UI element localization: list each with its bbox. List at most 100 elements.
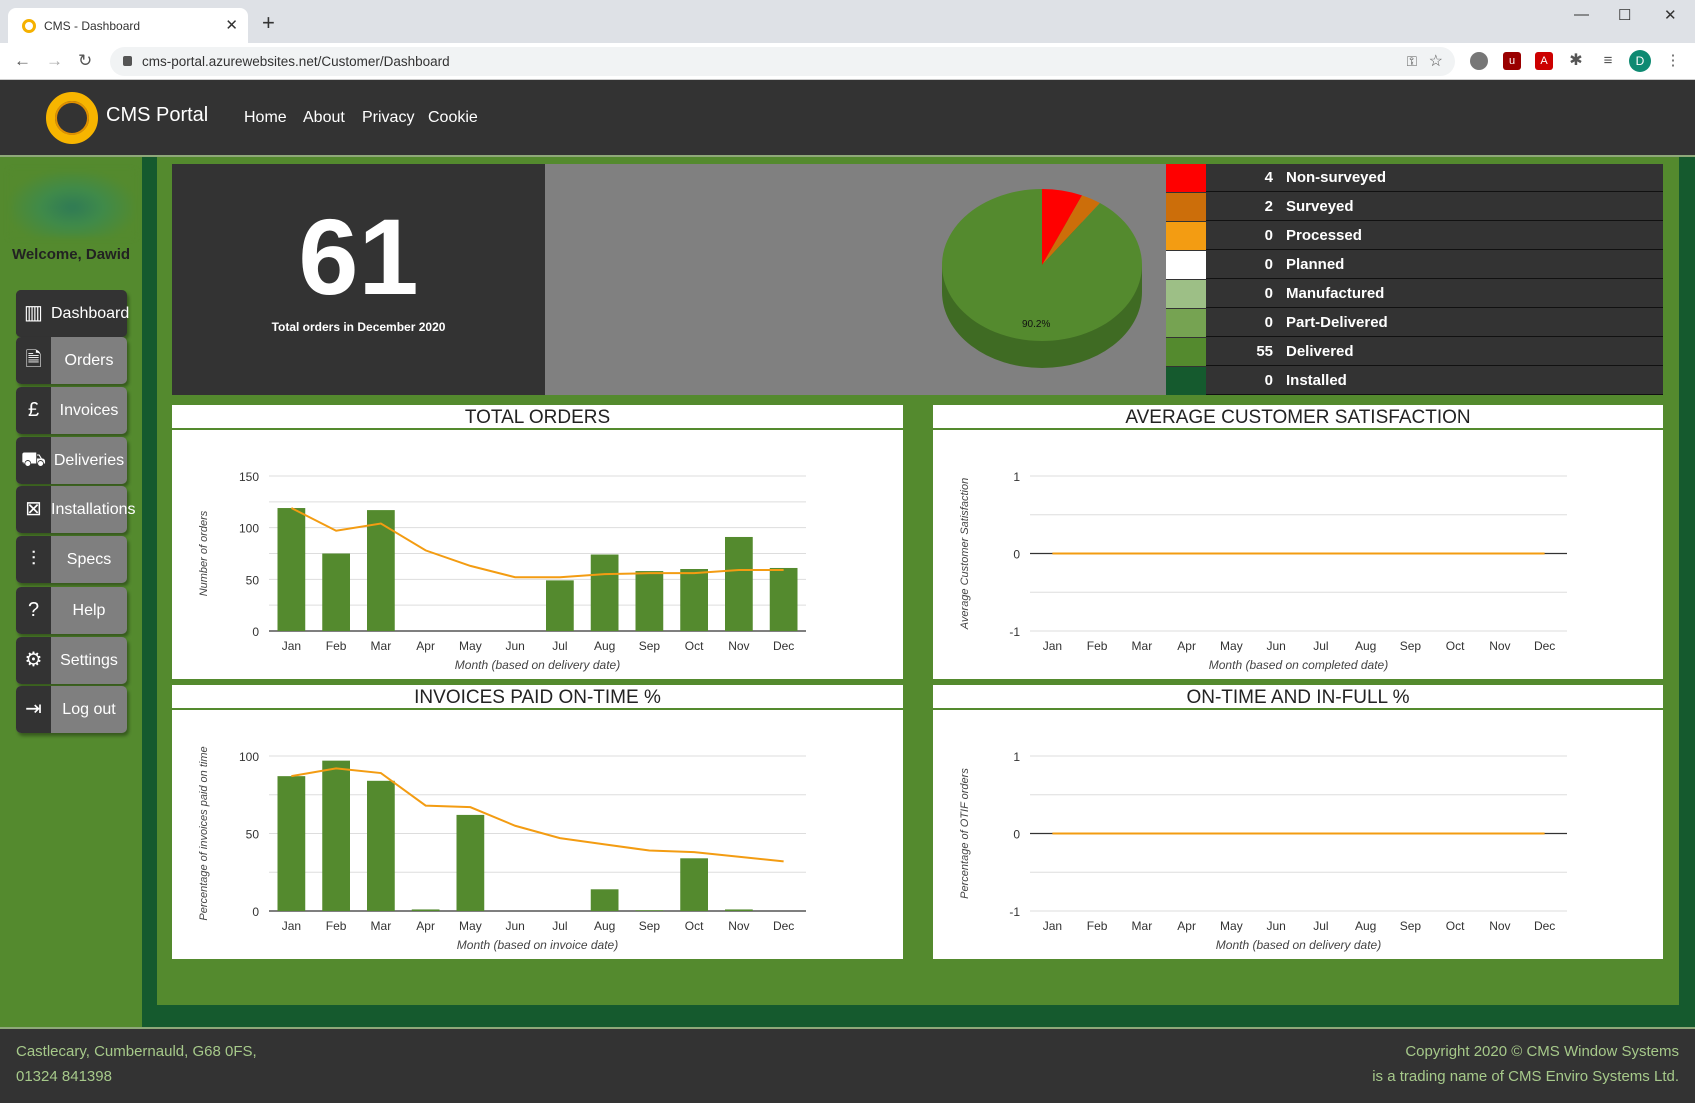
x-tick-label: Dec: [773, 919, 794, 933]
x-tick-label: Oct: [685, 639, 704, 653]
forward-icon[interactable]: →: [46, 51, 63, 71]
minimize-icon[interactable]: —: [1574, 6, 1589, 23]
bar-dec: [769, 567, 798, 631]
browser-tab-strip: CMS - Dashboard ✕ + — ☐ ✕: [0, 0, 1695, 43]
x-tick-label: Jan: [282, 919, 301, 933]
sidebar-item-label: Invoices: [59, 402, 119, 419]
star-icon[interactable]: ☆: [1429, 47, 1443, 76]
extension-globe-icon[interactable]: [1470, 52, 1488, 70]
footer-trading-name: is a trading name of CMS Enviro Systems …: [1372, 1068, 1679, 1085]
nav-about[interactable]: About: [303, 109, 345, 127]
sidebar-item-installations[interactable]: ⊠ Installations: [16, 486, 136, 533]
tools-icon: ⊠: [16, 486, 51, 533]
legend-count: 4: [1264, 169, 1273, 186]
y-axis-label: Number of orders: [198, 510, 210, 596]
nav-cookie[interactable]: Cookie: [428, 109, 478, 127]
ublock-icon[interactable]: u: [1503, 52, 1521, 70]
extensions-icon[interactable]: ✱: [1567, 52, 1585, 70]
legend-label: Non-surveyed: [1286, 169, 1387, 186]
legend-swatch: [1166, 309, 1206, 337]
total-orders-caption: Total orders in December 2020: [271, 320, 446, 334]
x-tick-label: Jul: [1313, 919, 1328, 933]
menu-icon[interactable]: ⋮: [1664, 52, 1682, 70]
sidebar-item-log-out[interactable]: ⇥ Log out: [16, 686, 127, 733]
x-tick-label: Sep: [1400, 639, 1422, 653]
pie-percent-label: 90.2%: [1022, 319, 1050, 330]
maximize-icon[interactable]: ☐: [1618, 6, 1631, 24]
sidebar-item-orders[interactable]: 🗎 Orders: [16, 337, 127, 384]
bar-jan: [277, 508, 306, 631]
footer-copyright: Copyright 2020 © CMS Window Systems: [1405, 1043, 1679, 1060]
sidebar-item-label: Specs: [66, 551, 112, 568]
sidebar-item-label: Installations: [51, 501, 136, 518]
legend-count: 0: [1264, 227, 1273, 244]
legend-row: 0 Manufactured: [1166, 280, 1663, 308]
x-tick-label: Sep: [639, 639, 661, 653]
x-tick-label: Mar: [1132, 639, 1153, 653]
url-input[interactable]: cms-portal.azurewebsites.net/Customer/Da…: [110, 47, 1455, 76]
site-footer: Castlecary, Cumbernauld, G68 0FS, 01324 …: [0, 1027, 1695, 1103]
reload-icon[interactable]: ↻: [78, 51, 92, 71]
pie-svg: 90.2%: [942, 189, 1142, 368]
y-axis-label: Average Customer Satisfaction: [959, 478, 971, 630]
sidebar-item-dashboard[interactable]: ▥ Dashboard: [16, 290, 129, 337]
welcome-text: Welcome, Dawid: [11, 246, 131, 263]
x-tick-label: Nov: [1489, 919, 1510, 933]
brand-name[interactable]: CMS Portal: [106, 104, 208, 127]
bar-jul: [546, 580, 574, 631]
sidebar-item-deliveries[interactable]: ⛟ Deliveries: [16, 437, 127, 484]
x-tick-label: Feb: [1087, 639, 1108, 653]
nav-privacy[interactable]: Privacy: [362, 109, 414, 127]
new-tab-button[interactable]: +: [262, 10, 275, 36]
user-avatar: [10, 171, 134, 237]
bar-apr: [411, 909, 440, 911]
nav-home[interactable]: Home: [244, 109, 287, 127]
close-window-icon[interactable]: ✕: [1664, 6, 1677, 24]
sidebar-divider: [142, 157, 157, 1027]
legend-swatch: [1166, 222, 1206, 250]
footer-phone: 01324 841398: [16, 1068, 112, 1085]
question-icon: ?: [16, 587, 51, 634]
cms-logo[interactable]: [46, 92, 98, 144]
x-tick-label: Jul: [552, 639, 567, 653]
legend-count: 0: [1264, 372, 1273, 389]
legend-swatch: [1166, 193, 1206, 221]
x-tick-label: Nov: [728, 919, 749, 933]
pdf-icon[interactable]: A: [1535, 52, 1553, 70]
x-tick-label: Feb: [1087, 919, 1108, 933]
sidebar-item-settings[interactable]: ⚙ Settings: [16, 637, 127, 684]
legend-row: 0 Processed: [1166, 222, 1663, 250]
legend-swatch: [1166, 280, 1206, 308]
legend-swatch: [1166, 164, 1206, 192]
legend-label: Installed: [1286, 372, 1347, 389]
gears-icon: ⚙: [16, 637, 51, 684]
reading-list-icon[interactable]: ≡: [1599, 52, 1617, 70]
truck-icon: ⛟: [16, 437, 51, 484]
legend-count: 2: [1264, 198, 1273, 215]
legend-label: Manufactured: [1286, 285, 1385, 302]
legend-label: Planned: [1286, 256, 1345, 273]
logout-icon: ⇥: [16, 686, 51, 733]
sidebar-item-help[interactable]: ? Help: [16, 587, 127, 634]
x-tick-label: Jan: [1043, 639, 1062, 653]
close-tab-icon[interactable]: ✕: [225, 16, 238, 34]
bar-sep: [635, 571, 664, 631]
profile-avatar[interactable]: D: [1629, 50, 1651, 72]
bar-jan: [277, 776, 306, 911]
x-tick-label: Mar: [1132, 919, 1153, 933]
y-tick-label: 50: [246, 573, 260, 587]
sidebar-item-invoices[interactable]: £ Invoices: [16, 387, 127, 434]
browser-tab[interactable]: CMS - Dashboard ✕: [8, 8, 248, 43]
y-tick-label: 0: [252, 905, 259, 919]
x-tick-label: Sep: [1400, 919, 1422, 933]
sidebar-item-specs[interactable]: ⫶ Specs: [16, 536, 127, 583]
x-tick-label: Jun: [505, 639, 524, 653]
legend-swatch: [1166, 367, 1206, 395]
bar-sep: [635, 910, 664, 911]
back-icon[interactable]: ←: [14, 51, 31, 71]
x-tick-label: Oct: [1446, 919, 1465, 933]
document-arrow-icon: 🗎: [16, 337, 51, 384]
key-icon[interactable]: ⚿: [1407, 47, 1417, 76]
x-tick-label: Mar: [371, 919, 392, 933]
legend-swatch: [1166, 251, 1206, 279]
